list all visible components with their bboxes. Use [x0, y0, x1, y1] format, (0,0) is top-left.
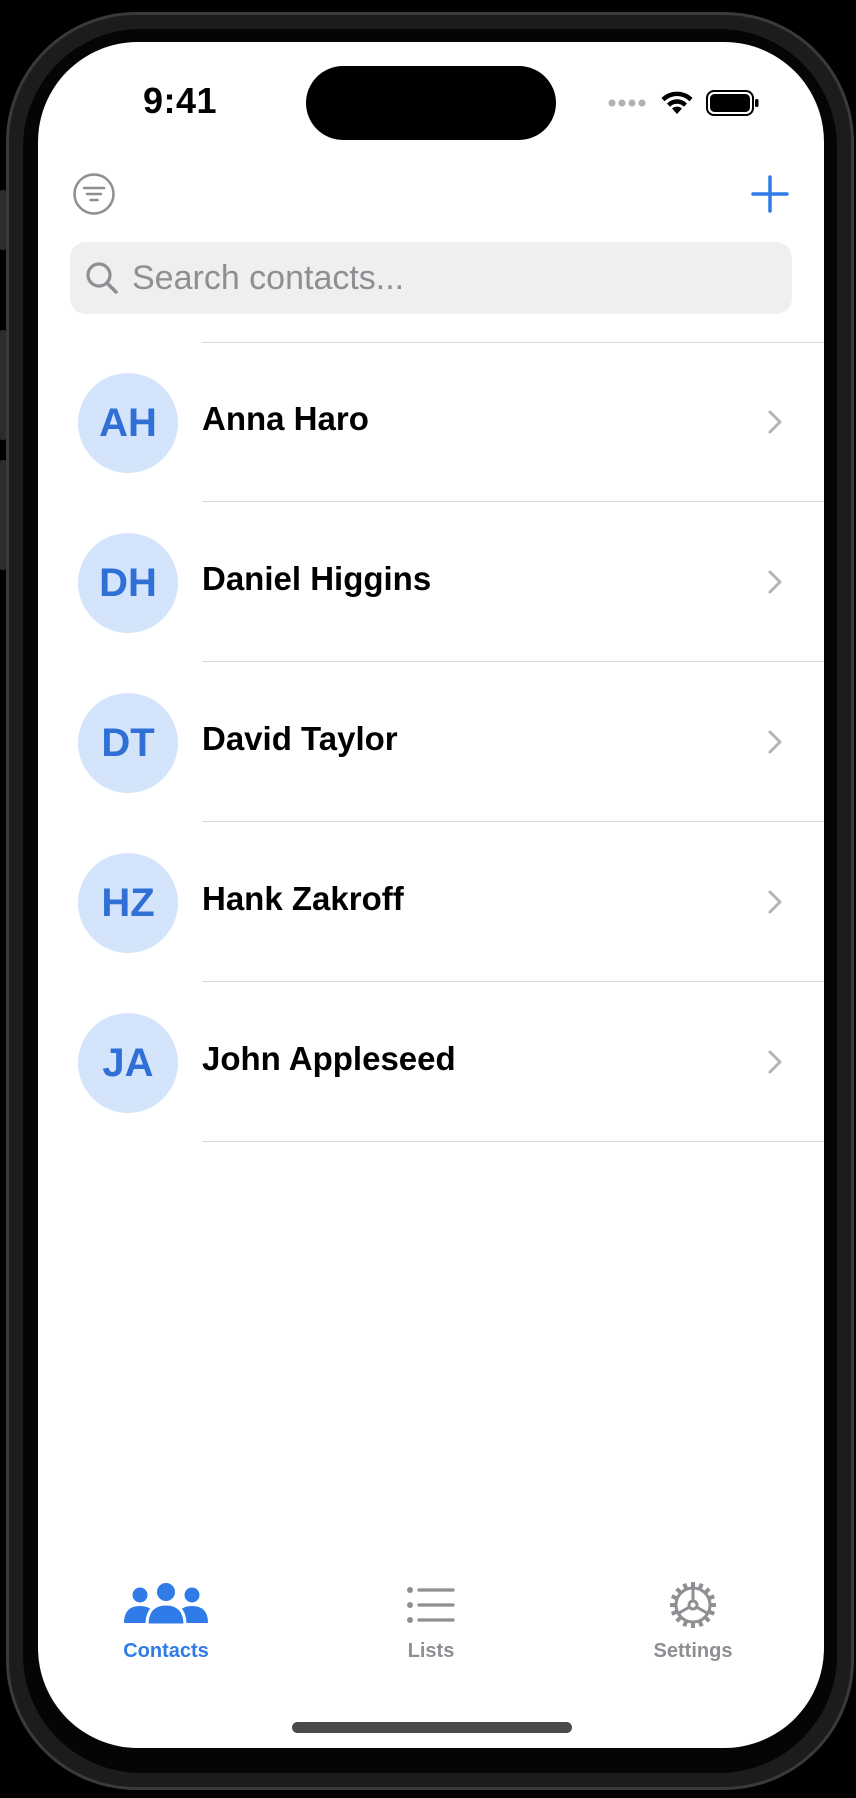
- filter-button[interactable]: [72, 172, 116, 216]
- volume-down-button: [0, 460, 6, 570]
- contact-name: Hank Zakroff: [202, 880, 404, 917]
- search-input[interactable]: Search contacts...: [132, 259, 404, 298]
- contact-row[interactable]: HZ Hank Zakroff: [38, 822, 824, 982]
- battery-icon: [706, 90, 759, 116]
- chevron-right-icon: [768, 890, 782, 914]
- chevron-right-icon: [768, 1050, 782, 1074]
- status-icons: [608, 88, 760, 118]
- avatar: DT: [78, 693, 178, 793]
- tab-settings[interactable]: Settings: [613, 1580, 773, 1680]
- tab-label: Lists: [407, 1640, 455, 1662]
- cellular-signal-icon: [608, 99, 646, 107]
- contact-row[interactable]: JA John Appleseed: [38, 982, 824, 1142]
- list-icon: [407, 1587, 455, 1623]
- action-button: [0, 190, 6, 250]
- volume-up-button: [0, 330, 6, 440]
- people-icon: [124, 1583, 208, 1627]
- avatar: HZ: [78, 853, 178, 953]
- tab-label: Contacts: [123, 1640, 209, 1662]
- plus-icon: [751, 175, 789, 213]
- contact-name: John Appleseed: [202, 1040, 456, 1077]
- chevron-right-icon: [768, 570, 782, 594]
- tab-label: Settings: [653, 1640, 733, 1662]
- contact-row[interactable]: DH Daniel Higgins: [38, 502, 824, 662]
- search-icon: [86, 262, 118, 294]
- search-field[interactable]: Search contacts...: [70, 242, 792, 314]
- avatar: AH: [78, 373, 178, 473]
- wifi-icon: [661, 91, 693, 114]
- avatar: JA: [78, 1013, 178, 1113]
- chevron-right-icon: [768, 410, 782, 434]
- tab-lists[interactable]: Lists: [351, 1580, 511, 1680]
- row-separator: [202, 1141, 824, 1142]
- tab-bar: Contacts Lists Settings: [38, 1580, 824, 1680]
- contact-name: Daniel Higgins: [202, 560, 432, 597]
- chevron-right-icon: [768, 730, 782, 754]
- home-indicator[interactable]: [292, 1722, 572, 1733]
- screen: 9:41 Search contacts... AH Anna Haro DH …: [38, 42, 824, 1748]
- status-time: 9:41: [143, 80, 218, 121]
- gear-icon: [670, 1582, 716, 1628]
- contacts-list: AH Anna Haro DH Daniel Higgins DT David …: [38, 342, 824, 1142]
- filter-icon: [73, 173, 115, 215]
- contact-name: Anna Haro: [202, 400, 369, 437]
- add-contact-button[interactable]: [748, 172, 792, 216]
- dynamic-island: [306, 66, 556, 140]
- contact-row[interactable]: AH Anna Haro: [38, 342, 824, 502]
- contact-name: David Taylor: [202, 720, 398, 757]
- contact-row[interactable]: DT David Taylor: [38, 662, 824, 822]
- avatar: DH: [78, 533, 178, 633]
- tab-contacts[interactable]: Contacts: [86, 1580, 246, 1680]
